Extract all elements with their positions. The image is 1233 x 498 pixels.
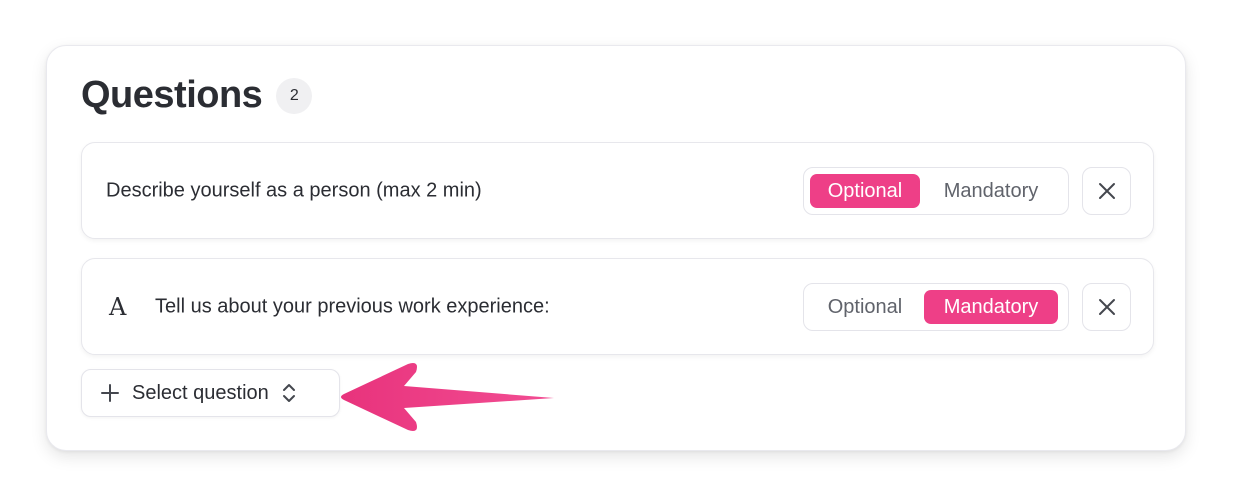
toggle-mandatory[interactable]: Mandatory [924, 174, 1058, 208]
questions-panel: Questions 2 Describe yourself as a perso… [46, 45, 1186, 451]
requirement-toggle: Optional Mandatory [803, 283, 1069, 331]
question-card: A Tell us about your previous work exper… [81, 258, 1154, 355]
stage: Questions 2 Describe yourself as a perso… [0, 0, 1233, 498]
plus-icon [101, 384, 119, 402]
question-count-badge: 2 [276, 77, 313, 114]
panel-header: Questions 2 [81, 74, 313, 117]
remove-question-button[interactable] [1082, 167, 1131, 215]
toggle-optional[interactable]: Optional [810, 174, 920, 208]
question-text: Tell us about your previous work experie… [155, 295, 550, 317]
arrow-left-annotation [341, 363, 554, 431]
text-type-icon: A [109, 292, 127, 321]
toggle-optional[interactable]: Optional [810, 290, 920, 324]
chevron-up-down-icon [282, 384, 295, 402]
toggle-mandatory[interactable]: Mandatory [924, 290, 1058, 324]
page-title: Questions [81, 74, 263, 116]
select-question-label: Select question [132, 381, 269, 404]
close-icon [1098, 299, 1115, 315]
remove-question-button[interactable] [1082, 283, 1131, 331]
question-text: Describe yourself as a person (max 2 min… [106, 179, 482, 201]
requirement-toggle: Optional Mandatory [803, 167, 1069, 215]
select-question-button[interactable]: Select question [81, 369, 340, 417]
question-card: Describe yourself as a person (max 2 min… [81, 142, 1154, 239]
close-icon [1098, 183, 1115, 199]
